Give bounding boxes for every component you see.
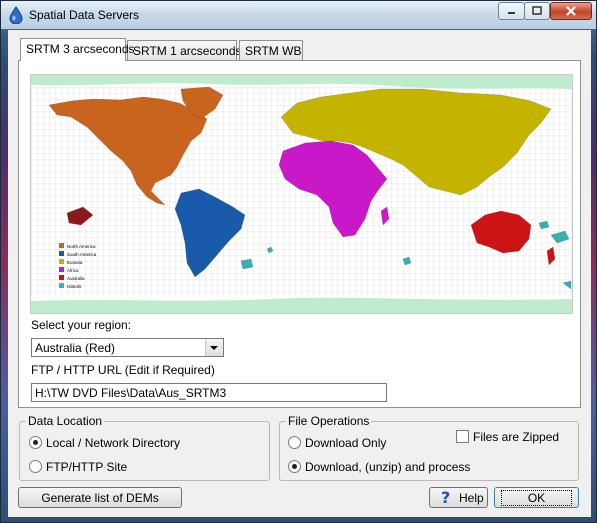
title-bar: Spatial Data Servers xyxy=(1,1,596,29)
region-select-dropdown-button[interactable] xyxy=(205,339,223,356)
legend-label: South America xyxy=(67,252,97,257)
tab-panel: North America South America Eurasia Africa A… xyxy=(18,60,581,408)
tab-srtm-3[interactable]: SRTM 3 arcseconds xyxy=(20,38,135,61)
url-label: FTP / HTTP URL (Edit if Required) xyxy=(31,363,215,377)
region-label: Select your region: xyxy=(31,318,132,332)
file-operations-title: File Operations xyxy=(286,414,372,428)
files-zipped-label[interactable]: Files are Zipped xyxy=(473,430,559,444)
legend-label: Africa xyxy=(67,268,79,273)
help-button-label: Help xyxy=(459,491,484,505)
legend-swatch xyxy=(59,259,64,264)
ok-button[interactable]: OK xyxy=(494,487,579,508)
legend-swatch xyxy=(59,283,64,288)
dialog-window: Spatial Data Servers SRTM 3 arcseconds S… xyxy=(0,0,597,523)
chevron-down-icon xyxy=(210,346,218,350)
local-directory-label[interactable]: Local / Network Directory xyxy=(46,436,180,450)
legend-swatch xyxy=(59,267,64,272)
data-location-title: Data Location xyxy=(26,414,105,428)
close-button[interactable] xyxy=(550,2,592,20)
tab-label: SRTM 1 arcseconds xyxy=(133,44,242,58)
legend-label: Australia xyxy=(67,276,85,281)
download-only-radio[interactable] xyxy=(288,436,301,449)
minimize-button[interactable] xyxy=(498,2,525,20)
file-operations-group: File Operations Download Only Download, … xyxy=(279,414,579,481)
maximize-icon xyxy=(532,6,542,15)
download-only-label[interactable]: Download Only xyxy=(305,436,386,450)
legend-label: Islands xyxy=(67,284,82,289)
svg-text:?: ? xyxy=(441,489,450,505)
region-select[interactable]: Australia (Red) xyxy=(31,338,224,357)
minimize-icon xyxy=(508,12,515,14)
url-input[interactable]: H:\TW DVD Files\Data\Aus_SRTM3 xyxy=(31,383,387,402)
legend-swatch xyxy=(59,251,64,256)
close-icon xyxy=(566,6,576,16)
tab-srtm-1[interactable]: SRTM 1 arcseconds xyxy=(127,40,242,60)
download-process-radio[interactable] xyxy=(288,460,301,473)
legend-swatch xyxy=(59,243,64,248)
download-process-label[interactable]: Download, (unzip) and process xyxy=(305,460,470,474)
legend-label: North America xyxy=(67,244,96,249)
legend-label: Eurasia xyxy=(67,260,83,265)
window-title: Spatial Data Servers xyxy=(29,8,140,22)
maximize-button[interactable] xyxy=(524,2,550,20)
help-question-icon: ? xyxy=(441,489,450,505)
generate-dem-list-button[interactable]: Generate list of DEMs xyxy=(18,487,182,508)
tab-srtm-wb[interactable]: SRTM WB xyxy=(239,40,303,60)
dialog-client-area: SRTM 3 arcseconds SRTM 1 arcseconds SRTM… xyxy=(8,30,591,517)
world-region-map[interactable]: North America South America Eurasia Africa A… xyxy=(30,74,573,314)
ftp-site-radio[interactable] xyxy=(29,460,42,473)
region-select-value: Australia (Red) xyxy=(35,341,116,355)
files-zipped-checkbox[interactable] xyxy=(456,430,469,443)
help-button[interactable]: ? Help xyxy=(429,487,488,508)
data-location-group: Data Location Local / Network Directory … xyxy=(19,414,270,481)
tab-label: SRTM WB xyxy=(245,44,302,58)
water-drop-icon xyxy=(9,6,23,24)
ok-button-label: OK xyxy=(500,490,573,506)
legend-swatch xyxy=(59,275,64,280)
tab-label: SRTM 3 arcseconds xyxy=(26,42,135,56)
local-directory-radio[interactable] xyxy=(29,436,42,449)
ftp-site-label[interactable]: FTP/HTTP Site xyxy=(46,460,127,474)
